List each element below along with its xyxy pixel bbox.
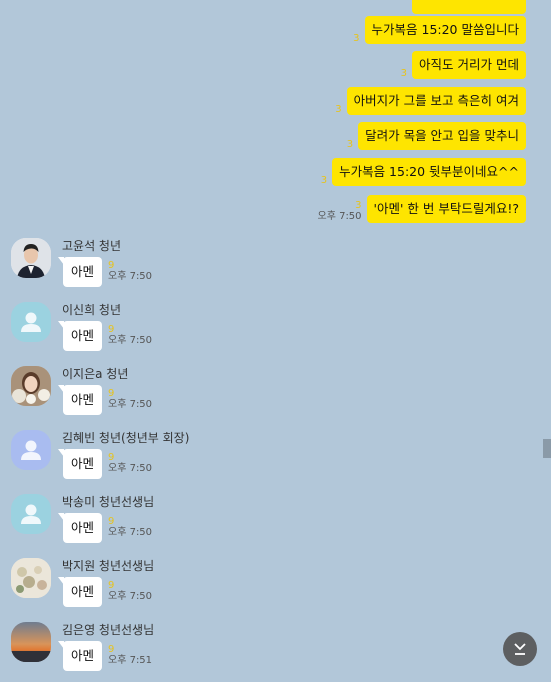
message-time: 오후 7:50 <box>108 271 153 282</box>
message-time: 오후 7:50 <box>108 399 153 410</box>
avatar[interactable] <box>11 558 51 598</box>
message-out: 3 아버지가 그를 보고 측은히 여겨 <box>335 87 526 115</box>
unread-count: 3 <box>335 104 342 115</box>
message-out: 3 누가복음 15:20 뒷부분이네요^^ <box>321 158 526 186</box>
message-in: 박송미 청년선생님 아멘 9 오후 7:50 <box>11 494 411 554</box>
unread-count: 3 <box>400 68 408 79</box>
sender-name: 김은영 청년선생님 <box>62 623 155 637</box>
message-bubble[interactable]: 아멘 <box>57 257 103 287</box>
unread-count: 9 <box>108 324 115 335</box>
default-person-icon <box>21 440 41 460</box>
message-bubble[interactable]: '아멘' 한 번 부탁드릴게요!? <box>366 195 526 223</box>
default-person-icon <box>21 504 41 524</box>
message-out: 3 달려가 목을 안고 입을 맞추니 <box>347 122 526 150</box>
photo-man-suit-icon <box>11 238 51 278</box>
unread-count: 9 <box>108 452 115 463</box>
message-out-partial <box>412 0 526 14</box>
message-out: 3 누가복음 15:20 말씀입니다 <box>353 16 526 44</box>
avatar[interactable] <box>11 430 51 470</box>
sender-name: 이신희 청년 <box>62 303 122 317</box>
message-in: 박지원 청년선생님 아멘 9 오후 7:50 <box>11 558 411 618</box>
unread-count: 3 <box>346 139 354 150</box>
unread-count: 9 <box>108 388 115 399</box>
message-out: 3 아직도 거리가 먼데 <box>401 51 526 79</box>
message-bubble[interactable] <box>412 0 526 14</box>
message-bubble[interactable]: 누가복음 15:20 뒷부분이네요^^ <box>332 158 526 186</box>
photo-woman-icon <box>11 366 51 406</box>
sender-name: 김혜빈 청년(청년부 회장) <box>62 431 190 445</box>
message-time: 오후 7:50 <box>317 211 362 222</box>
unread-count: 3 <box>353 33 360 44</box>
message-time: 오후 7:51 <box>108 655 153 666</box>
photo-flowers-icon <box>11 558 51 598</box>
default-person-icon <box>21 312 41 332</box>
unread-count: 3 <box>355 200 362 211</box>
message-bubble[interactable]: 아멘 <box>57 513 103 543</box>
message-time: 오후 7:50 <box>108 463 153 474</box>
message-in: 이신희 청년 아멘 9 오후 7:50 <box>11 302 411 362</box>
avatar[interactable] <box>11 238 51 278</box>
message-bubble[interactable]: 아버지가 그를 보고 측은히 여겨 <box>346 87 526 115</box>
sender-name: 이지은a 청년 <box>62 367 129 381</box>
message-in: 김은영 청년선생님 아멘 9 오후 7:51 <box>11 622 411 682</box>
avatar[interactable] <box>11 302 51 342</box>
message-bubble[interactable]: 달려가 목을 안고 입을 맞추니 <box>358 122 526 150</box>
chat-window[interactable]: 3 누가복음 15:20 말씀입니다 3 아직도 거리가 먼데 3 아버지가 그… <box>0 0 551 679</box>
sender-name: 고윤석 청년 <box>62 239 122 253</box>
scroll-to-bottom-button[interactable] <box>503 632 537 666</box>
message-bubble[interactable]: 아멘 <box>57 321 103 351</box>
message-time: 오후 7:50 <box>108 527 153 538</box>
unread-count: 9 <box>108 260 115 271</box>
avatar[interactable] <box>11 622 51 662</box>
scrollbar-thumb[interactable] <box>543 439 551 458</box>
photo-sunset-icon <box>11 622 51 662</box>
message-in: 고윤석 청년 아멘 9 오후 7:50 <box>11 238 411 298</box>
message-bubble[interactable]: 아멘 <box>57 641 103 671</box>
message-bubble[interactable]: 아멘 <box>57 385 103 415</box>
message-time: 오후 7:50 <box>108 591 153 602</box>
sender-name: 박송미 청년선생님 <box>62 495 155 509</box>
avatar[interactable] <box>11 494 51 534</box>
message-in: 김혜빈 청년(청년부 회장) 아멘 9 오후 7:50 <box>11 430 411 490</box>
unread-count: 9 <box>108 580 115 591</box>
message-bubble[interactable]: 누가복음 15:20 말씀입니다 <box>364 16 526 44</box>
message-bubble[interactable]: 아직도 거리가 먼데 <box>412 51 526 79</box>
message-bubble[interactable]: 아멘 <box>57 577 103 607</box>
message-bubble[interactable]: 아멘 <box>57 449 103 479</box>
unread-count: 3 <box>320 175 328 186</box>
message-out: 3 오후 7:50 '아멘' 한 번 부탁드릴게요!? <box>317 195 526 223</box>
unread-count: 9 <box>108 644 115 655</box>
sender-name: 박지원 청년선생님 <box>62 559 155 573</box>
chevron-down-to-bottom-icon <box>514 643 526 655</box>
unread-count: 9 <box>108 516 115 527</box>
message-time: 오후 7:50 <box>108 335 153 346</box>
message-in: 이지은a 청년 아멘 9 오후 7:50 <box>11 366 411 426</box>
avatar[interactable] <box>11 366 51 406</box>
